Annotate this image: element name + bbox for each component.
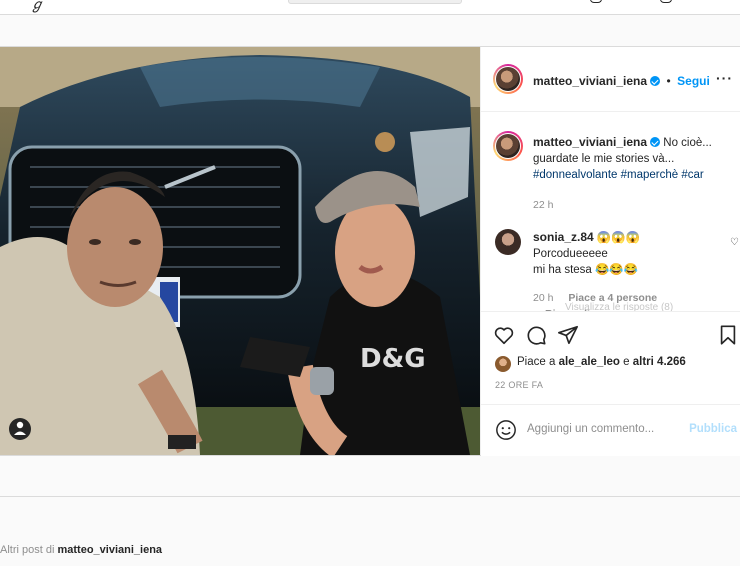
post-timestamp[interactable]: 22 ORE FA (495, 380, 543, 390)
post-caption: matteo_viviani_iena No cioè... guardate … (533, 134, 723, 213)
comment-icon[interactable] (525, 324, 547, 346)
post-actions: Piace a ale_ale_leo e altri 4.266 22 ORE… (481, 311, 740, 456)
caption-text-line1: No cioè... (663, 137, 712, 149)
section-divider (0, 496, 740, 497)
likes-user[interactable]: ale_ale_leo (559, 356, 620, 368)
top-nav-bar: ℊ (0, 0, 740, 15)
post-header-meta: matteo_viviani_iena • Segui (533, 72, 710, 90)
caption-avatar[interactable] (493, 131, 523, 161)
verified-badge-icon (650, 137, 661, 147)
more-posts-username[interactable]: matteo_viviani_iena (57, 544, 162, 556)
caption-username[interactable]: matteo_viviani_iena (533, 135, 647, 149)
comment-text-line2: mi ha stesa 😂😂😂 (533, 264, 638, 276)
comment-like-heart-icon[interactable]: ♡ (730, 237, 739, 248)
comment-time: 20 h (533, 292, 554, 304)
likes-summary: Piace a ale_ale_leo e altri 4.266 (517, 356, 686, 368)
likes-prefix: Piace a (517, 356, 556, 368)
publish-button[interactable]: Pubblica (689, 423, 737, 435)
nav-icon[interactable] (660, 0, 672, 3)
heart-icon[interactable] (493, 324, 515, 346)
add-comment-bar: Aggiungi un commento... Pubblica (481, 404, 740, 457)
nav-icon[interactable] (590, 0, 602, 3)
likes-mid: e (623, 356, 630, 368)
bookmark-icon[interactable] (717, 324, 739, 346)
search-input[interactable] (288, 0, 462, 4)
add-comment-input[interactable]: Aggiungi un commento... (527, 423, 654, 435)
svg-text:D&G: D&G (360, 344, 426, 374)
post-side-panel: matteo_viviani_iena • Segui ··· matteo_v… (480, 47, 740, 456)
author-username[interactable]: matteo_viviani_iena (533, 74, 647, 88)
share-icon[interactable] (557, 324, 579, 346)
separator-dot: • (666, 74, 671, 88)
more-posts-heading: Altri post di matteo_viviani_iena (0, 544, 162, 556)
post-card: D&G matteo_viviani_iena • Segui ··· matt… (0, 46, 740, 456)
likes-others[interactable]: altri 4.266 (633, 356, 686, 368)
caption-time: 22 h (533, 199, 554, 211)
caption-hashtags[interactable]: #donnealvolante #maperchè #car (533, 169, 704, 181)
liker-avatar[interactable] (495, 356, 511, 372)
user-tag-icon[interactable] (9, 418, 31, 440)
caption-text-line2: guardate le mie stories và... (533, 153, 675, 165)
post-photo-illustration: D&G (0, 47, 480, 455)
commenter-avatar[interactable] (495, 229, 521, 255)
emoji-icon[interactable] (495, 419, 517, 441)
author-avatar[interactable] (493, 64, 523, 94)
more-posts-prefix: Altri post di (0, 544, 55, 556)
instagram-logo[interactable]: ℊ (30, 0, 44, 14)
post-photo[interactable]: D&G (0, 47, 480, 455)
post-header: matteo_viviani_iena • Segui ··· (481, 47, 740, 112)
verified-badge-icon (650, 76, 661, 86)
comment-username[interactable]: sonia_z.84 (533, 230, 594, 244)
more-options-icon[interactable]: ··· (716, 70, 733, 86)
follow-button[interactable]: Segui (677, 74, 710, 88)
